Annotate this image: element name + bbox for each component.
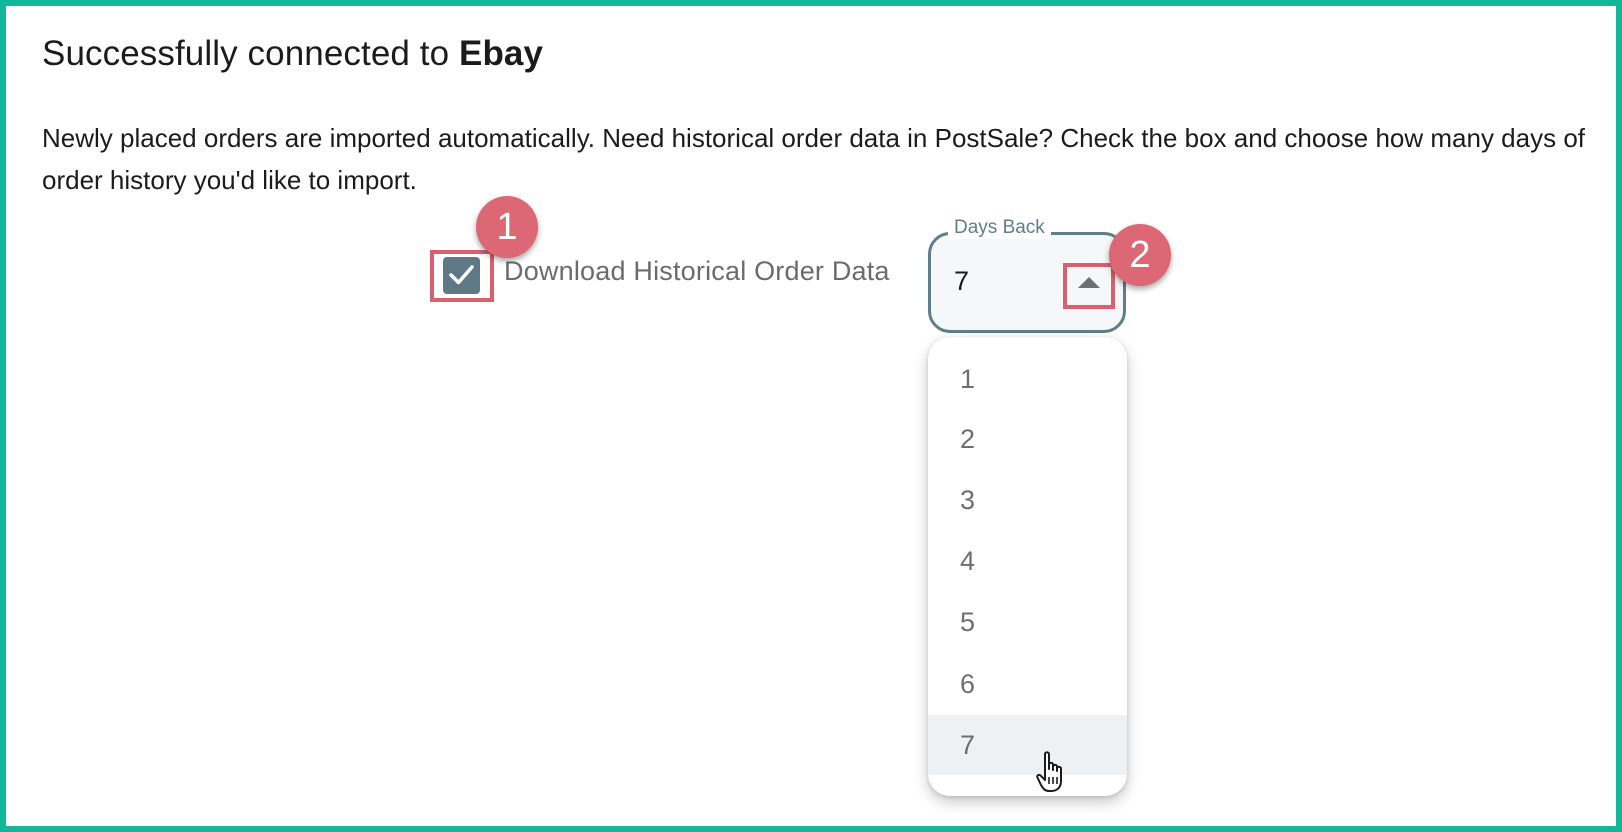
step-badge-2: 2	[1109, 224, 1171, 286]
menu-option-4[interactable]: 4	[928, 531, 1127, 591]
step-badge-1: 1	[476, 196, 538, 258]
title-service: Ebay	[459, 34, 544, 73]
menu-option-3[interactable]: 3	[928, 470, 1127, 530]
menu-option-1[interactable]: 1	[928, 349, 1127, 409]
days-back-value: 7	[954, 266, 970, 296]
check-icon	[449, 265, 474, 285]
page-title: Successfully connected to Ebay	[42, 34, 543, 74]
menu-option-5[interactable]: 5	[928, 592, 1127, 652]
app-frame: Successfully connected to Ebay Newly pla…	[0, 0, 1622, 832]
days-back-label: Days Back	[948, 217, 1051, 239]
menu-option-6[interactable]: 6	[928, 654, 1127, 714]
days-back-menu: 1 2 3 4 5 6 7	[928, 337, 1127, 796]
menu-option-2[interactable]: 2	[928, 409, 1127, 469]
arrow-up-icon[interactable]	[1078, 277, 1100, 288]
historical-data-checkbox[interactable]	[443, 257, 480, 294]
hand-pointer-icon	[1036, 750, 1070, 799]
description-text: Newly placed orders are imported automat…	[42, 123, 1586, 195]
title-prefix: Successfully connected to	[42, 34, 450, 73]
menu-option-7[interactable]: 7	[928, 715, 1127, 775]
checkbox-label[interactable]: Download Historical Order Data	[504, 256, 890, 287]
